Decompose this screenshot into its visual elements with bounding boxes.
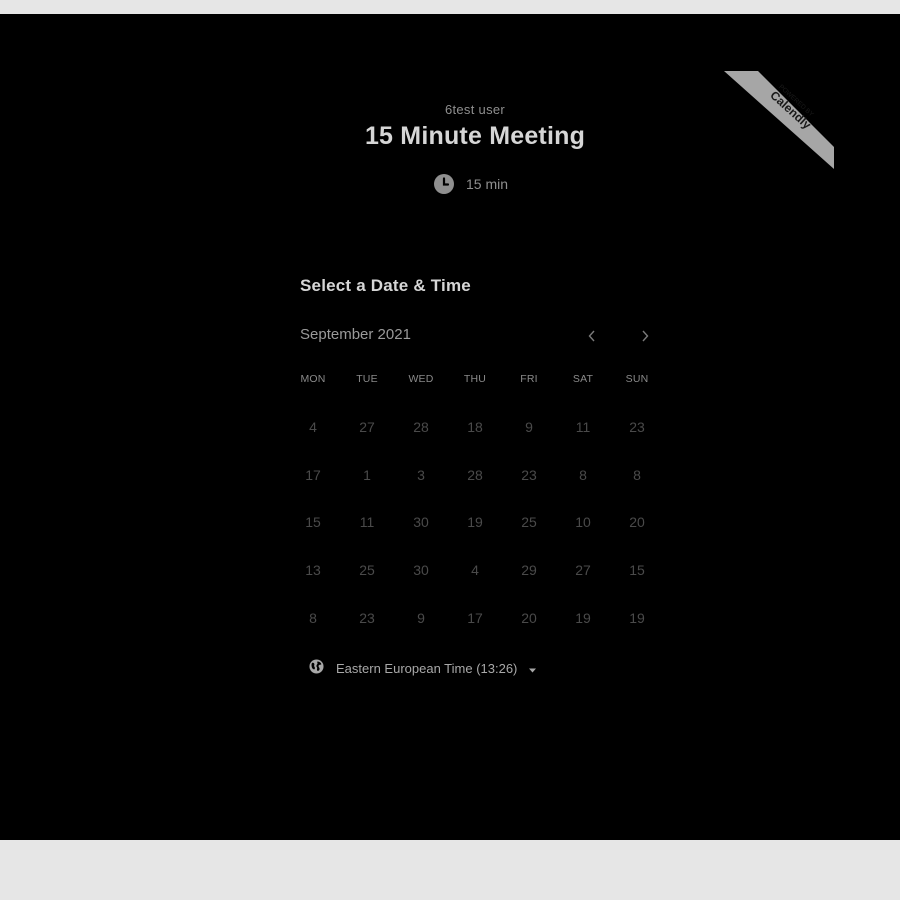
calendar-day: 8: [309, 609, 317, 626]
calendar-day: 27: [575, 562, 591, 579]
clock-icon: [434, 174, 454, 194]
weekday-wed: WED: [408, 373, 434, 385]
calendar-day: 13: [305, 562, 321, 579]
calendar-day: 20: [521, 609, 537, 626]
calendar-month: September 2021: [300, 326, 411, 343]
chevron-right-icon: [642, 330, 649, 342]
calendar-day: 11: [359, 514, 375, 531]
calendar-day: 11: [575, 419, 591, 435]
calendar-day: 25: [359, 562, 375, 579]
calendar-day: 27: [359, 419, 375, 435]
weekday-sat: SAT: [572, 373, 594, 385]
calendar-day: 19: [629, 609, 645, 626]
weekday-spacer: [286, 386, 664, 404]
weekday-mon: MON: [300, 373, 326, 385]
prev-month-button[interactable]: [580, 325, 604, 347]
calendar-day: 19: [467, 514, 483, 531]
calendar-day: 8: [633, 466, 641, 483]
timezone-selector[interactable]: Eastern European Time (13:26): [309, 659, 537, 677]
calendar-day: 23: [359, 609, 375, 626]
calendar-day: 17: [305, 466, 321, 483]
calendar-day: 9: [525, 419, 533, 435]
calendar-day: 1: [363, 466, 371, 483]
globe-icon: [309, 659, 324, 677]
calendar-day: 28: [467, 466, 483, 483]
booking-panel: 6test user 15 Minute Meeting 15 min Sele…: [0, 14, 900, 840]
caret-down-icon: [529, 661, 537, 676]
calendar-day: 4: [471, 562, 479, 579]
calendar-day: 23: [521, 466, 537, 483]
calendar-day: 4: [309, 419, 317, 435]
calendar-day: 30: [413, 562, 429, 579]
event-duration: 15 min: [434, 174, 508, 194]
calendar-day: 30: [413, 514, 429, 531]
section-title: Select a Date & Time: [300, 276, 471, 295]
next-month-button[interactable]: [633, 325, 657, 347]
calendar-day: 18: [467, 419, 483, 435]
calendar-day: 23: [629, 419, 645, 435]
calendar-day: 25: [521, 514, 537, 531]
calendar-day: 15: [305, 514, 321, 531]
weekday-thu: THU: [463, 373, 487, 385]
calendar-day: 9: [417, 609, 425, 626]
calendar-day: 19: [575, 609, 591, 626]
calendar-day: 20: [629, 514, 645, 531]
calendar-day: 10: [575, 514, 591, 531]
powered-by-calendly-badge[interactable]: POWERED BY Calendly: [724, 71, 834, 169]
calendar-day: 17: [467, 609, 483, 626]
calendar-day: 29: [521, 562, 537, 579]
calendar-day: 15: [629, 562, 645, 579]
duration-label: 15 min: [466, 176, 509, 192]
weekday-fri: FRI: [520, 373, 538, 385]
timezone-label: Eastern European Time (13:26): [336, 660, 518, 676]
weekday-tue: TUE: [356, 373, 378, 385]
weekday-sun: SUN: [625, 373, 649, 385]
calendar-day: 3: [417, 466, 425, 483]
calendar-day: 28: [413, 419, 429, 435]
chevron-left-icon: [588, 330, 595, 342]
calendar-day: 8: [579, 466, 587, 483]
calendar-grid: MON TUE WED THU FRI SAT SUN 4 27 28 18 9…: [286, 372, 664, 642]
